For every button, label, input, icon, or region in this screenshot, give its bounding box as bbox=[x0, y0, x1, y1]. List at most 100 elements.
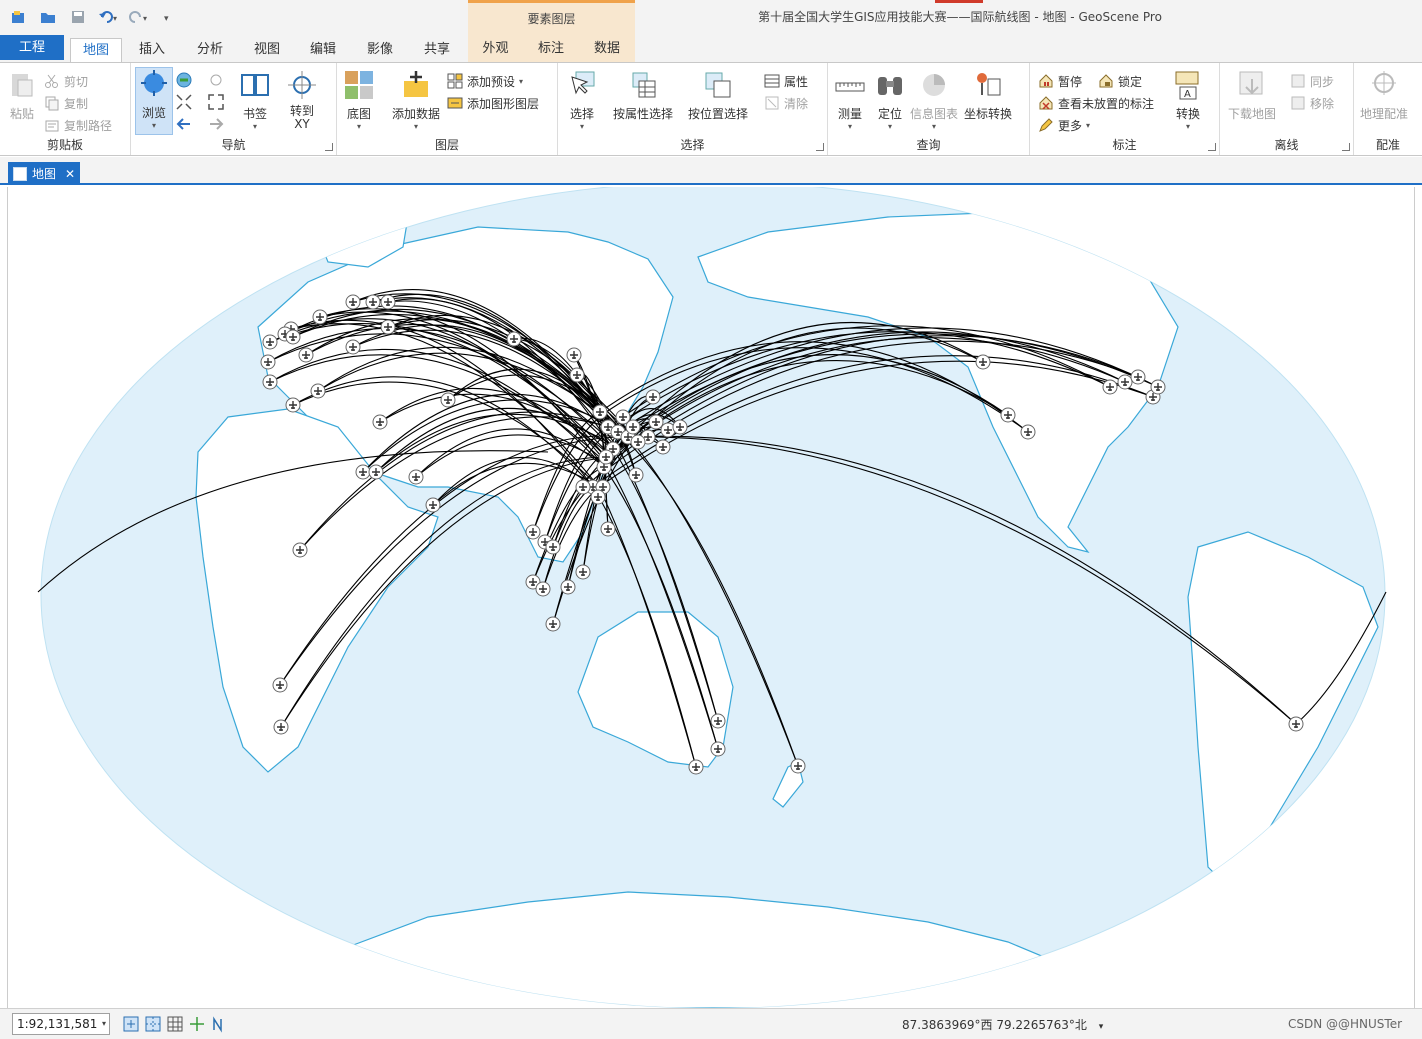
tab-project[interactable]: 工程 bbox=[0, 35, 64, 60]
airport-icon[interactable] bbox=[600, 521, 616, 537]
goto-xy-button[interactable]: 转到 XY bbox=[286, 69, 318, 131]
airport-icon[interactable] bbox=[1000, 407, 1016, 423]
scale-selector[interactable]: 1:92,131,581 ▾ bbox=[12, 1013, 110, 1035]
airport-icon[interactable] bbox=[592, 404, 608, 420]
airport-icon[interactable] bbox=[575, 479, 591, 495]
airport-icon[interactable] bbox=[365, 294, 381, 310]
airport-icon[interactable] bbox=[535, 581, 551, 597]
airport-icon[interactable] bbox=[1117, 374, 1133, 390]
add-data-button[interactable]: 添加数据 ▾ bbox=[392, 69, 440, 131]
georeference-button[interactable]: 地理配准 bbox=[1360, 69, 1408, 122]
airport-icon[interactable] bbox=[575, 564, 591, 580]
undo-icon[interactable]: ▾ bbox=[98, 8, 118, 26]
more-labeling-button[interactable]: 更多 ▾ bbox=[1038, 115, 1090, 135]
airport-icon[interactable] bbox=[506, 331, 522, 347]
airport-icon[interactable] bbox=[598, 449, 614, 465]
redo-icon[interactable]: ▾ bbox=[128, 8, 148, 26]
pause-labeling-button[interactable]: 暂停 bbox=[1038, 71, 1082, 91]
airport-icon[interactable] bbox=[525, 524, 541, 540]
grid-snap-icon[interactable] bbox=[144, 1015, 162, 1033]
airport-icon[interactable] bbox=[1130, 369, 1146, 385]
airport-icon[interactable] bbox=[310, 383, 326, 399]
tab-share[interactable]: 共享 bbox=[411, 38, 463, 62]
open-folder-icon[interactable] bbox=[38, 8, 58, 26]
airport-icon[interactable] bbox=[1150, 379, 1166, 395]
convert-labels-button[interactable]: A 转换 ▾ bbox=[1172, 69, 1204, 131]
world-route-map[interactable] bbox=[8, 187, 1415, 1008]
copy-button[interactable]: 复制 bbox=[44, 93, 88, 113]
airport-icon[interactable] bbox=[566, 347, 582, 363]
view-unplaced-button[interactable]: 查看未放置的标注 bbox=[1038, 93, 1154, 113]
paste-button[interactable]: 粘贴 bbox=[6, 69, 38, 122]
zoom-out-fixed-icon[interactable] bbox=[207, 93, 225, 111]
tab-labeling[interactable]: 标注 bbox=[523, 34, 579, 62]
bookmarks-button[interactable]: 书签 ▾ bbox=[239, 69, 271, 131]
measure-button[interactable]: 测量 ▾ bbox=[834, 69, 866, 131]
airport-icon[interactable] bbox=[645, 389, 661, 405]
tab-appearance[interactable]: 外观 bbox=[468, 34, 523, 62]
airport-icon[interactable] bbox=[655, 439, 671, 455]
tab-data[interactable]: 数据 bbox=[579, 34, 635, 62]
airport-icon[interactable] bbox=[368, 464, 384, 480]
tab-map[interactable]: 地图 bbox=[70, 38, 122, 63]
tab-imagery[interactable]: 影像 bbox=[354, 38, 406, 62]
airport-icon[interactable] bbox=[630, 434, 646, 450]
north-arrow-icon[interactable] bbox=[210, 1015, 228, 1033]
grid-icon[interactable] bbox=[166, 1015, 184, 1033]
add-preset-button[interactable]: 添加预设 ▾ bbox=[447, 71, 523, 91]
airport-icon[interactable] bbox=[545, 616, 561, 632]
airport-icon[interactable] bbox=[260, 354, 276, 370]
airport-icon[interactable] bbox=[688, 759, 704, 775]
airport-icon[interactable] bbox=[272, 677, 288, 693]
airport-icon[interactable] bbox=[672, 419, 688, 435]
airport-icon[interactable] bbox=[1288, 716, 1304, 732]
customize-qat-icon[interactable]: ▾ bbox=[158, 8, 178, 26]
correction-icon[interactable] bbox=[188, 1015, 206, 1033]
tab-insert[interactable]: 插入 bbox=[126, 38, 178, 62]
airport-icon[interactable] bbox=[710, 713, 726, 729]
airport-icon[interactable] bbox=[312, 309, 328, 325]
lock-labels-button[interactable]: 锁定 bbox=[1098, 71, 1142, 91]
tab-edit[interactable]: 编辑 bbox=[297, 38, 349, 62]
airport-icon[interactable] bbox=[545, 539, 561, 555]
map-view[interactable] bbox=[7, 187, 1415, 1008]
sync-button[interactable]: 同步 bbox=[1290, 71, 1334, 91]
clear-selection-button[interactable]: 清除 bbox=[764, 93, 808, 113]
add-graphics-layer-button[interactable]: 添加图形图层 bbox=[447, 93, 539, 113]
copy-path-button[interactable]: 复制路径 bbox=[44, 115, 112, 135]
airport-icon[interactable] bbox=[273, 719, 289, 735]
airport-icon[interactable] bbox=[292, 542, 308, 558]
airport-icon[interactable] bbox=[790, 758, 806, 774]
airport-icon[interactable] bbox=[625, 419, 641, 435]
locate-button[interactable]: 定位 ▾ bbox=[874, 69, 906, 131]
zoom-in-fixed-icon[interactable] bbox=[175, 93, 193, 111]
save-icon[interactable] bbox=[68, 8, 88, 26]
basemap-button[interactable]: 底图 ▾ bbox=[343, 69, 375, 131]
airport-icon[interactable] bbox=[975, 354, 991, 370]
snapping-icon[interactable] bbox=[122, 1015, 140, 1033]
airport-icon[interactable] bbox=[590, 489, 606, 505]
next-extent-icon[interactable] bbox=[207, 115, 225, 133]
tab-view[interactable]: 视图 bbox=[241, 38, 293, 62]
tab-analysis[interactable]: 分析 bbox=[184, 38, 236, 62]
convert-coordinates-button[interactable]: 坐标转换 bbox=[964, 69, 1012, 122]
new-project-icon[interactable] bbox=[8, 8, 28, 26]
airport-icon[interactable] bbox=[440, 392, 456, 408]
airport-icon[interactable] bbox=[372, 414, 388, 430]
airport-icon[interactable] bbox=[560, 579, 576, 595]
infographics-button[interactable]: 信息图表 ▾ bbox=[910, 69, 958, 131]
attributes-button[interactable]: 属性 bbox=[764, 71, 808, 91]
airport-icon[interactable] bbox=[355, 464, 371, 480]
map-view-tab[interactable]: 地图 ✕ bbox=[8, 162, 80, 185]
airport-icon[interactable] bbox=[1020, 424, 1036, 440]
select-by-attributes-button[interactable]: 按属性选择 bbox=[613, 69, 673, 122]
airport-icon[interactable] bbox=[628, 467, 644, 483]
airport-icon[interactable] bbox=[380, 319, 396, 335]
airport-icon[interactable] bbox=[345, 339, 361, 355]
airport-icon[interactable] bbox=[285, 329, 301, 345]
airport-icon[interactable] bbox=[298, 347, 314, 363]
coordinate-readout[interactable]: 87.3863969°西 79.2265763°北 ▾ bbox=[902, 1016, 1103, 1033]
airport-icon[interactable] bbox=[262, 334, 278, 350]
explore-button[interactable]: 浏览 ▾ bbox=[135, 67, 173, 135]
airport-icon[interactable] bbox=[380, 294, 396, 310]
